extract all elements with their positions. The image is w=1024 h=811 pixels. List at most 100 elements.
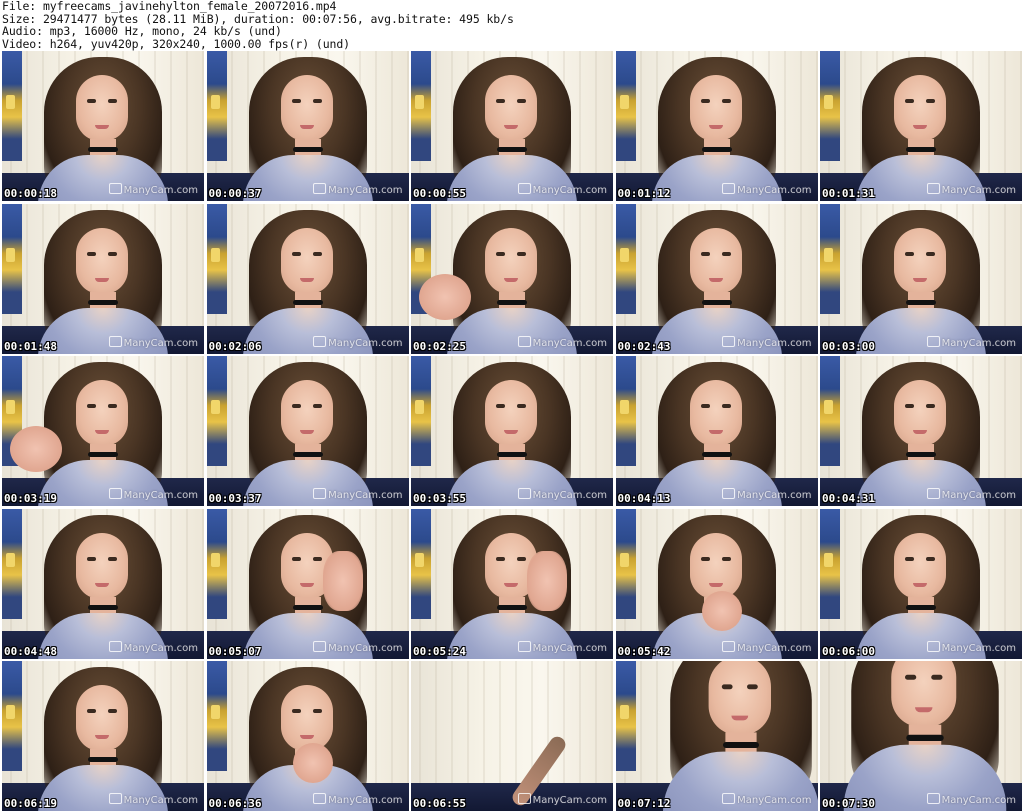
watermark-label: ManyCam.com <box>108 488 198 501</box>
timestamp-label: 00:02:25 <box>413 339 466 353</box>
thumbnail-frame[interactable]: ManyCam.com 00:01:48 <box>2 203 204 354</box>
camera-icon <box>517 183 531 194</box>
watermark-label: ManyCam.com <box>722 183 812 196</box>
camera-icon <box>108 183 122 194</box>
camera-icon <box>722 183 736 194</box>
camera-icon <box>313 793 327 804</box>
thumbnail-frame[interactable]: ManyCam.com 00:04:13 <box>615 356 818 506</box>
thumbnail-frame[interactable]: ManyCam.com 00:05:07 <box>206 508 409 659</box>
watermark-label: ManyCam.com <box>926 793 1016 806</box>
camera-icon <box>313 640 327 652</box>
timestamp-label: 00:04:13 <box>617 492 671 505</box>
thumbnail-frame[interactable]: ManyCam.com 00:01:31 <box>820 51 1022 201</box>
camera-icon <box>108 335 122 347</box>
timestamp-label: 00:01:48 <box>4 339 57 353</box>
thumbnail-frame[interactable]: ManyCam.com 00:03:37 <box>206 356 409 506</box>
camera-icon <box>108 793 122 804</box>
timestamp-label: 00:03:19 <box>4 492 57 505</box>
camera-icon <box>722 640 736 652</box>
camera-icon <box>313 488 327 499</box>
timestamp-label: 00:04:31 <box>822 492 875 505</box>
thumbnail-frame[interactable]: ManyCam.com 00:04:48 <box>2 508 204 659</box>
timestamp-label: 00:03:55 <box>413 492 466 505</box>
thumbnail-frame[interactable]: ManyCam.com 00:01:12 <box>615 51 818 201</box>
camera-icon <box>722 793 736 804</box>
watermark-label: ManyCam.com <box>517 640 607 654</box>
thumbnail-frame[interactable]: ManyCam.com 00:06:55 <box>411 661 613 811</box>
camera-icon <box>517 488 531 499</box>
timestamp-label: 00:03:00 <box>822 339 875 353</box>
thumbnail-frame[interactable]: ManyCam.com 00:03:00 <box>820 203 1022 354</box>
timestamp-label: 00:06:00 <box>822 644 875 658</box>
timestamp-label: 00:03:37 <box>208 492 262 505</box>
camera-icon <box>722 335 736 347</box>
camera-icon <box>313 335 327 347</box>
timestamp-label: 00:00:55 <box>413 187 466 200</box>
watermark-label: ManyCam.com <box>517 488 607 501</box>
thumbnail-frame[interactable]: ManyCam.com 00:03:19 <box>2 356 204 506</box>
watermark-label: ManyCam.com <box>722 335 812 349</box>
watermark-label: ManyCam.com <box>926 335 1016 349</box>
watermark-label: ManyCam.com <box>313 640 403 654</box>
thumbnail-frame[interactable]: ManyCam.com 00:00:18 <box>2 51 204 201</box>
timestamp-label: 00:06:36 <box>208 797 262 810</box>
timestamp-label: 00:06:55 <box>413 797 466 810</box>
media-info-header: File: myfreecams_javinehylton_female_200… <box>2 0 1022 50</box>
camera-icon <box>926 640 940 652</box>
thumbnail-frame[interactable]: ManyCam.com 00:06:19 <box>2 661 204 811</box>
camera-icon <box>926 183 940 194</box>
file-name-line: File: myfreecams_javinehylton_female_200… <box>2 0 337 13</box>
watermark-label: ManyCam.com <box>722 640 812 654</box>
thumbnail-frame[interactable]: ManyCam.com 00:06:00 <box>820 508 1022 659</box>
video-info-line: Video: h264, yuv420p, 320x240, 1000.00 f… <box>2 36 351 51</box>
thumbnail-frame[interactable]: ManyCam.com 00:02:25 <box>411 203 613 354</box>
camera-icon <box>517 793 531 804</box>
watermark-label: ManyCam.com <box>926 183 1016 196</box>
timestamp-label: 00:07:30 <box>822 797 875 810</box>
watermark-label: ManyCam.com <box>722 488 812 501</box>
watermark-label: ManyCam.com <box>517 793 607 806</box>
thumbnail-frame[interactable]: ManyCam.com 00:00:55 <box>411 51 613 201</box>
watermark-label: ManyCam.com <box>926 488 1016 501</box>
thumbnail-frame[interactable]: ManyCam.com 00:05:24 <box>411 508 613 659</box>
thumbnail-frame[interactable]: ManyCam.com 00:03:55 <box>411 356 613 506</box>
thumbnail-frame[interactable]: ManyCam.com 00:07:12 <box>615 661 818 811</box>
watermark-label: ManyCam.com <box>108 640 198 654</box>
thumbnail-frame[interactable]: ManyCam.com 00:06:36 <box>206 661 409 811</box>
thumbnail-frame[interactable]: ManyCam.com 00:02:06 <box>206 203 409 354</box>
camera-icon <box>926 793 940 804</box>
thumbnail-frame[interactable]: ManyCam.com 00:00:37 <box>206 51 409 201</box>
timestamp-label: 00:05:42 <box>617 644 671 658</box>
timestamp-label: 00:00:18 <box>4 187 57 200</box>
watermark-label: ManyCam.com <box>108 335 198 349</box>
watermark-label: ManyCam.com <box>517 335 607 349</box>
thumbnail-grid: ManyCam.com 00:00:18 ManyCam.com 00:00:37 … <box>2 51 1022 811</box>
thumbnail-frame[interactable]: ManyCam.com 00:04:31 <box>820 356 1022 506</box>
camera-icon <box>926 335 940 347</box>
camera-icon <box>722 488 736 499</box>
watermark-label: ManyCam.com <box>313 793 403 806</box>
watermark-label: ManyCam.com <box>108 183 198 196</box>
timestamp-label: 00:02:06 <box>208 339 262 353</box>
timestamp-label: 00:00:37 <box>208 187 262 200</box>
thumbnail-frame[interactable]: ManyCam.com 00:07:30 <box>820 661 1022 811</box>
timestamp-label: 00:05:07 <box>208 644 262 658</box>
watermark-label: ManyCam.com <box>313 335 403 349</box>
timestamp-label: 00:02:43 <box>617 339 671 353</box>
watermark-label: ManyCam.com <box>926 640 1016 654</box>
timestamp-label: 00:01:31 <box>822 187 875 200</box>
watermark-label: ManyCam.com <box>722 793 812 806</box>
watermark-label: ManyCam.com <box>108 793 198 806</box>
thumbnail-frame[interactable]: ManyCam.com 00:02:43 <box>615 203 818 354</box>
watermark-label: ManyCam.com <box>313 183 403 196</box>
camera-icon <box>108 640 122 652</box>
timestamp-label: 00:07:12 <box>617 797 671 810</box>
audio-info-line: Audio: mp3, 16000 Hz, mono, 24 kb/s (und… <box>2 24 282 39</box>
camera-icon <box>926 488 940 499</box>
timestamp-label: 00:01:12 <box>617 187 671 200</box>
thumbnail-frame[interactable]: ManyCam.com 00:05:42 <box>615 508 818 659</box>
camera-icon <box>517 335 531 347</box>
camera-icon <box>517 640 531 652</box>
watermark-label: ManyCam.com <box>313 488 403 501</box>
timestamp-label: 00:06:19 <box>4 797 57 810</box>
